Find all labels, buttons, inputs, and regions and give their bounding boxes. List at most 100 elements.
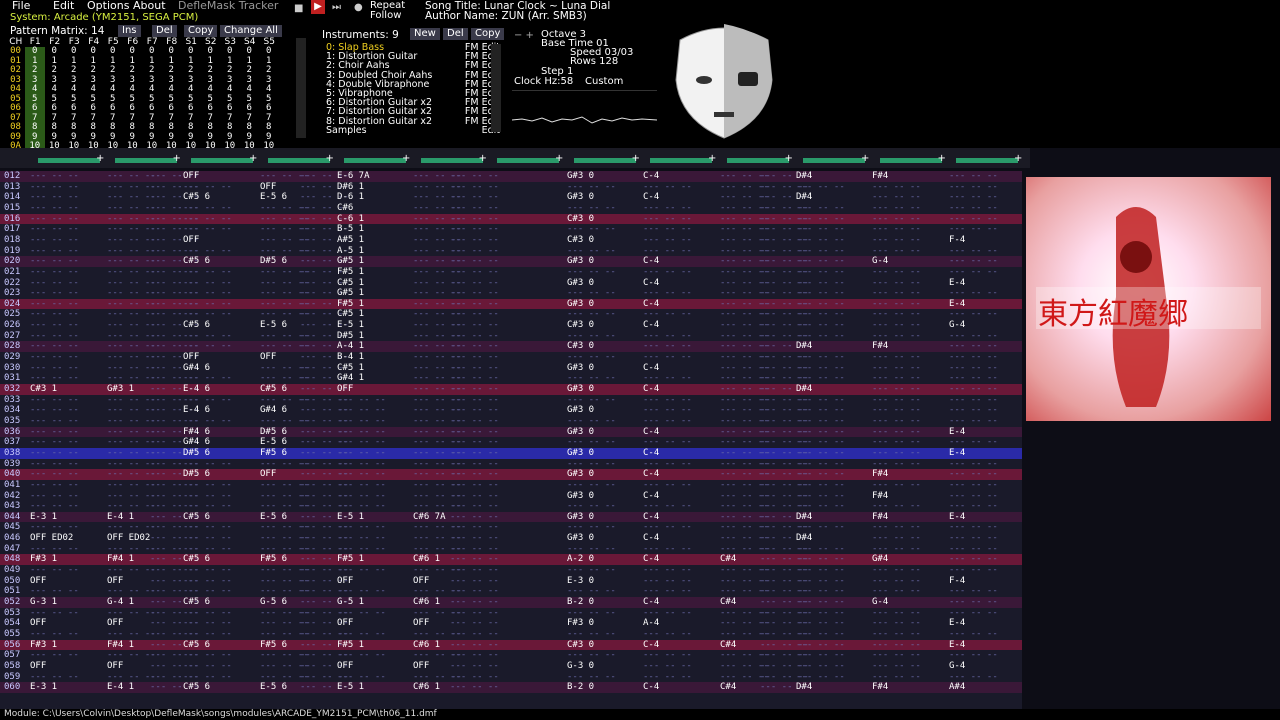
pattern-cell[interactable]: --- -- -- [872, 203, 921, 214]
matrix-ins-button[interactable]: Ins [118, 25, 141, 37]
pattern-cell[interactable]: --- -- -- [567, 629, 616, 640]
pattern-cell[interactable]: G#3 0 [567, 427, 594, 438]
pattern-cell[interactable]: --- -- -- [872, 427, 921, 438]
pattern-cell[interactable]: OFF [413, 618, 429, 629]
pattern-cell[interactable]: --- -- -- [107, 309, 156, 320]
pattern-cell[interactable]: OFF [260, 182, 276, 193]
pattern-cell[interactable]: --- -- -- [643, 405, 692, 416]
pattern-row[interactable]: 013 --- -- -- --- -- -- --- -- -- --- -- -- O… [0, 182, 1022, 193]
pattern-cell[interactable]: F#4 [872, 682, 888, 693]
pattern-cell[interactable]: OFF ED02 [107, 533, 150, 544]
pattern-cell[interactable]: --- -- -- [949, 608, 998, 619]
pattern-cell[interactable]: --- -- -- [872, 352, 921, 363]
pattern-cell[interactable]: --- -- -- [450, 672, 499, 683]
pattern-cell[interactable]: --- -- -- [183, 586, 232, 597]
pattern-cell[interactable]: F#5 1 [337, 299, 364, 310]
pattern-row[interactable]: 028 --- -- -- --- -- -- --- -- -- --- -- -- -… [0, 341, 1022, 353]
pattern-cell[interactable]: --- -- -- [107, 363, 156, 374]
pattern-cell[interactable]: --- -- -- [107, 480, 156, 491]
pattern-cell[interactable]: G#4 6 [183, 437, 210, 448]
pattern-cell[interactable]: E-5 6 [260, 512, 287, 523]
pattern-cell[interactable]: F#5 6 [260, 640, 287, 651]
pattern-cell[interactable]: --- -- -- [949, 459, 998, 470]
pattern-cell[interactable]: --- -- -- [107, 256, 156, 267]
pattern-cell[interactable]: --- -- -- [643, 661, 692, 672]
pattern-cell[interactable]: --- -- -- [450, 214, 499, 225]
pattern-row[interactable]: 012 --- -- -- --- -- -- --- -- -- OFF --- -- … [0, 171, 1022, 182]
pattern-cell[interactable]: --- -- -- [450, 459, 499, 470]
pattern-cell[interactable]: --- -- -- [567, 672, 616, 683]
pattern-cell[interactable]: --- -- -- [183, 278, 232, 289]
pattern-cell[interactable]: --- -- -- [796, 491, 845, 502]
pattern-cell[interactable]: --- -- -- [450, 618, 499, 629]
pattern-cell[interactable]: --- -- -- [643, 565, 692, 576]
pattern-cell[interactable]: --- -- -- [337, 565, 386, 576]
pattern-cell[interactable]: OFF [260, 469, 276, 480]
pattern-cell[interactable]: --- -- -- [30, 373, 79, 384]
pattern-cell[interactable]: G-4 [872, 256, 888, 267]
channel-add-icon[interactable]: + [249, 153, 257, 164]
pattern-cell[interactable]: C-4 [643, 320, 659, 331]
channel-volume-bar[interactable] [956, 158, 1018, 163]
pattern-cell[interactable]: --- -- -- [450, 640, 499, 651]
pattern-cell[interactable]: --- -- -- [949, 491, 998, 502]
pattern-cell[interactable]: --- -- -- [796, 405, 845, 416]
pattern-cell[interactable]: --- -- -- [450, 427, 499, 438]
pattern-cell[interactable]: G#3 0 [567, 256, 594, 267]
pattern-cell[interactable]: C-4 [643, 299, 659, 310]
pattern-row[interactable]: 045 --- -- -- --- -- -- --- -- -- --- -- -- -… [0, 522, 1022, 533]
pattern-row[interactable]: 018 --- -- -- --- -- -- --- -- -- OFF --- -- … [0, 235, 1022, 246]
pattern-cell[interactable]: --- -- -- [796, 469, 845, 480]
pattern-cell[interactable]: A#4 [949, 682, 965, 693]
pattern-cell[interactable]: --- -- -- [643, 629, 692, 640]
pattern-cell[interactable]: --- -- -- [949, 182, 998, 193]
pattern-cell[interactable]: --- -- -- [450, 480, 499, 491]
pattern-cell[interactable]: G-3 0 [567, 661, 594, 672]
pattern-cell[interactable]: --- -- -- [796, 459, 845, 470]
pattern-cell[interactable]: C#4 [720, 640, 736, 651]
pattern-cell[interactable]: --- -- -- [872, 288, 921, 299]
pattern-cell[interactable]: --- -- -- [949, 171, 998, 182]
pattern-cell[interactable]: --- -- -- [30, 565, 79, 576]
pattern-cell[interactable]: --- -- -- [450, 533, 499, 544]
pattern-cell[interactable]: --- -- -- [643, 576, 692, 587]
channel-volume-bar[interactable] [38, 158, 100, 163]
pattern-cell[interactable]: --- -- -- [949, 352, 998, 363]
pattern-cell[interactable]: --- -- -- [450, 491, 499, 502]
pattern-cell[interactable]: C-6 1 [337, 214, 364, 225]
pattern-cell[interactable]: --- -- -- [872, 278, 921, 289]
pattern-cell[interactable]: --- -- -- [643, 416, 692, 427]
pattern-cell[interactable]: --- -- -- [796, 373, 845, 384]
pattern-cell[interactable]: OFF [413, 661, 429, 672]
pattern-cell[interactable]: --- -- -- [796, 395, 845, 406]
pattern-cell[interactable]: --- -- -- [567, 352, 616, 363]
pattern-cell[interactable]: --- -- -- [183, 576, 232, 587]
pattern-row[interactable]: 037 --- -- -- --- -- -- --- -- -- G#4 6 E-5 6… [0, 437, 1022, 448]
pattern-cell[interactable]: --- -- -- [183, 565, 232, 576]
pattern-cell[interactable]: --- -- -- [107, 522, 156, 533]
pattern-cell[interactable]: --- -- -- [107, 214, 156, 225]
pattern-cell[interactable]: F#4 [872, 469, 888, 480]
octave-stepper[interactable]: − + [514, 30, 534, 41]
pattern-cell[interactable]: C-4 [643, 256, 659, 267]
pattern-cell[interactable]: F-4 [949, 576, 965, 587]
pattern-cell[interactable]: --- -- -- [30, 437, 79, 448]
pattern-row[interactable]: 032 C#3 1 G#3 1 --- -- -- E-4 6 C#5 6 --- -- -… [0, 384, 1022, 395]
pattern-cell[interactable]: C#5 6 [183, 512, 210, 523]
pattern-cell[interactable]: --- -- -- [567, 522, 616, 533]
pattern-cell[interactable]: --- -- -- [450, 416, 499, 427]
pattern-cell[interactable]: --- -- -- [30, 214, 79, 225]
pattern-cell[interactable]: --- -- -- [337, 501, 386, 512]
pattern-cell[interactable]: D#5 6 [183, 448, 210, 459]
pattern-cell[interactable]: E-3 0 [567, 576, 594, 587]
pattern-cell[interactable]: --- -- -- [796, 363, 845, 374]
pattern-cell[interactable]: C#6 1 [413, 682, 440, 693]
pattern-cell[interactable]: --- -- -- [337, 437, 386, 448]
pattern-cell[interactable]: --- -- -- [949, 586, 998, 597]
pattern-cell[interactable]: --- -- -- [949, 416, 998, 427]
pattern-cell[interactable]: --- -- -- [567, 309, 616, 320]
pattern-cell[interactable]: OFF [30, 618, 46, 629]
pattern-cell[interactable]: --- -- -- [183, 373, 232, 384]
pattern-cell[interactable]: --- -- -- [450, 235, 499, 246]
pattern-cell[interactable]: --- -- -- [30, 522, 79, 533]
